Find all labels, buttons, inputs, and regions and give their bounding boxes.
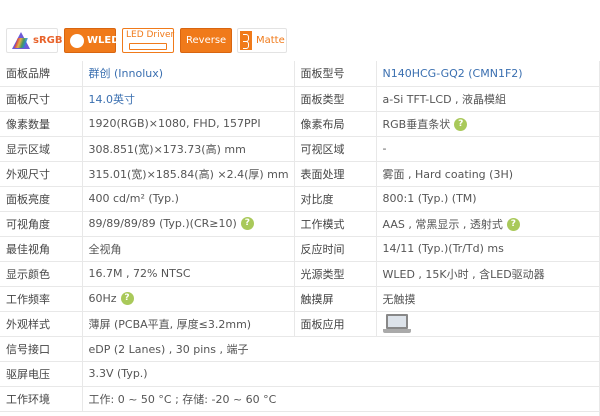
spec-label: 可视区域	[293, 136, 376, 162]
spec-value: -	[375, 136, 600, 162]
spec-label: 表面处理	[293, 161, 376, 187]
spec-value: 800:1 (Typ.) (TM)	[375, 186, 600, 212]
spec-value: 16.7M , 72% NTSC	[81, 261, 294, 287]
spec-value: eDP (2 Lanes) , 30 pins , 端子	[81, 336, 600, 362]
spec-value: 89/89/89/89 (Typ.)(CR≥10)	[88, 216, 237, 230]
matte-icon	[240, 31, 252, 50]
matte-badge: Matte	[237, 28, 287, 53]
spec-label: 面板亮度	[0, 186, 82, 212]
spec-label: 面板类型	[293, 86, 376, 112]
table-row: 外观样式 薄屏 (PCBA平直, 厚度≤3.2mm) 面板应用	[0, 311, 600, 337]
laptop-icon	[382, 313, 411, 334]
srgb-label: sRGB	[33, 35, 63, 46]
help-icon[interactable]: ?	[506, 218, 520, 231]
spec-label: 外观样式	[0, 311, 82, 337]
spec-label: 光源类型	[293, 261, 376, 287]
spec-label: 外观尺寸	[0, 161, 82, 187]
spec-value: a-Si TFT-LCD , 液晶模組	[375, 86, 600, 112]
spec-label: 工作环境	[0, 386, 82, 412]
spec-value-cell: RGB垂直条状?	[375, 111, 600, 137]
help-icon[interactable]: ?	[120, 292, 134, 306]
spec-value: 全视角	[81, 236, 294, 262]
spec-label: 像素布局	[293, 111, 376, 137]
spec-value: 14/11 (Typ.)(Tr/Td) ms	[375, 236, 600, 262]
spec-label: 信号接口	[0, 336, 82, 362]
spec-value: 工作: 0 ~ 50 °C ; 存储: -20 ~ 60 °C	[81, 386, 600, 412]
spec-table: 面板品牌 群创 (Innolux) 面板型号 N140HCG-GQ2 (CMN1…	[0, 61, 600, 412]
table-row: 工作环境 工作: 0 ~ 50 °C ; 存储: -20 ~ 60 °C	[0, 386, 600, 412]
spec-value: 无触摸	[375, 286, 600, 312]
table-row: 工作频率 60Hz? 触摸屏 无触摸	[0, 286, 600, 312]
matte-label: Matte	[256, 35, 285, 46]
led-icon	[70, 34, 84, 48]
spec-value-cell	[375, 311, 600, 337]
help-icon[interactable]: ?	[240, 217, 254, 231]
size-link[interactable]: 14.0英寸	[81, 86, 294, 112]
spec-value-cell: 89/89/89/89 (Typ.)(CR≥10)?	[81, 211, 294, 237]
table-row: 最佳视角 全视角 反应时间 14/11 (Typ.)(Tr/Td) ms	[0, 236, 600, 262]
spec-value: 3.3V (Typ.)	[81, 361, 600, 387]
spec-label: 驱屏电压	[0, 361, 82, 387]
spec-label: 面板品牌	[0, 61, 82, 87]
driver-chip-icon	[129, 43, 167, 50]
help-icon[interactable]: ?	[454, 118, 468, 131]
spec-value-cell: 60Hz?	[81, 286, 294, 312]
reverse-badge: Reverse	[180, 28, 232, 53]
wled-label: WLED	[87, 35, 120, 46]
spec-value: 315.01(宽)×185.84(高) ×2.4(厚) mm	[81, 161, 294, 187]
spec-label: 像素数量	[0, 111, 82, 137]
spec-label: 可视角度	[0, 211, 82, 237]
reverse-label: Reverse	[186, 35, 227, 46]
table-row: 可视角度 89/89/89/89 (Typ.)(CR≥10)? 工作模式 AAS…	[0, 211, 600, 237]
spec-label: 最佳视角	[0, 236, 82, 262]
srgb-badge: sRGB	[6, 28, 62, 53]
table-row: 面板亮度 400 cd/m² (Typ.) 对比度 800:1 (Typ.) (…	[0, 186, 600, 212]
table-row: 面板品牌 群创 (Innolux) 面板型号 N140HCG-GQ2 (CMN1…	[0, 61, 600, 87]
table-row: 外观尺寸 315.01(宽)×185.84(高) ×2.4(厚) mm 表面处理…	[0, 161, 600, 187]
spec-value: 60Hz	[88, 291, 117, 305]
spec-value: WLED , 15K小时 , 含LED驱动器	[375, 261, 600, 287]
spec-label: 显示颜色	[0, 261, 82, 287]
spec-value-cell: AAS , 常黑显示 , 透射式?	[375, 211, 600, 237]
spec-value: 雾面 , Hard coating (3H)	[375, 161, 600, 187]
led-driver-label: LED Driver	[126, 30, 175, 40]
spec-label: 反应时间	[293, 236, 376, 262]
feature-badges: sRGB WLED LED Driver Reverse Matte	[0, 0, 600, 58]
table-row: 驱屏电压 3.3V (Typ.)	[0, 361, 600, 387]
wled-badge: WLED	[64, 28, 120, 53]
table-row: 显示颜色 16.7M , 72% NTSC 光源类型 WLED , 15K小时 …	[0, 261, 600, 287]
spec-value: 1920(RGB)×1080, FHD, 157PPI	[81, 111, 294, 137]
spec-label: 面板应用	[293, 311, 376, 337]
model-link[interactable]: N140HCG-GQ2 (CMN1F2)	[375, 61, 600, 87]
spec-value: 400 cd/m² (Typ.)	[81, 186, 294, 212]
table-row: 面板尺寸 14.0英寸 面板类型 a-Si TFT-LCD , 液晶模組	[0, 86, 600, 112]
spec-label: 对比度	[293, 186, 376, 212]
spec-value: 308.851(宽)×173.73(高) mm	[81, 136, 294, 162]
table-row: 像素数量 1920(RGB)×1080, FHD, 157PPI 像素布局 RG…	[0, 111, 600, 137]
spec-label: 工作模式	[293, 211, 376, 237]
spec-label: 触摸屏	[293, 286, 376, 312]
spec-value: 薄屏 (PCBA平直, 厚度≤3.2mm)	[81, 311, 294, 337]
spec-value: RGB垂直条状	[382, 117, 451, 131]
brand-link[interactable]: 群创 (Innolux)	[81, 61, 294, 87]
table-row: 信号接口 eDP (2 Lanes) , 30 pins , 端子	[0, 336, 600, 362]
spec-label: 工作频率	[0, 286, 82, 312]
spec-label: 显示区域	[0, 136, 82, 162]
spec-label: 面板型号	[293, 61, 376, 87]
table-row: 显示区域 308.851(宽)×173.73(高) mm 可视区域 -	[0, 136, 600, 162]
spec-value: AAS , 常黑显示 , 透射式	[382, 217, 503, 231]
led-driver-badge: LED Driver	[122, 28, 174, 53]
spec-label: 面板尺寸	[0, 86, 82, 112]
